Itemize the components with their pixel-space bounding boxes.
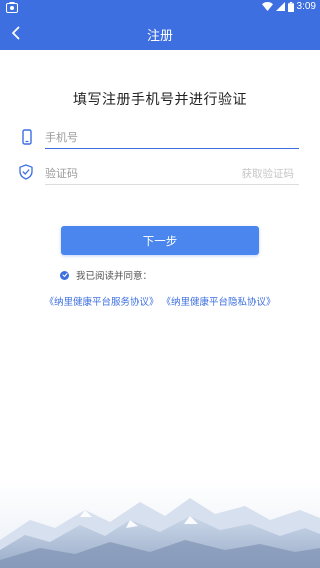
agreement-row: 我已阅读并同意：	[60, 268, 152, 282]
agreement-text: 我已阅读并同意：	[76, 271, 153, 282]
check-icon	[62, 273, 67, 277]
code-underline	[45, 184, 299, 185]
get-code-button[interactable]: 获取验证码	[242, 166, 295, 181]
wifi-icon	[261, 2, 273, 11]
agree-checkbox[interactable]	[60, 270, 69, 280]
signal-icon	[275, 2, 285, 11]
mountain-illustration	[0, 480, 320, 568]
service-agreement-link[interactable]: 《纳里健康平台服务协议》	[44, 297, 158, 308]
code-input[interactable]	[45, 163, 225, 183]
phone-icon	[22, 129, 32, 145]
status-bar: 3:09	[0, 0, 320, 16]
page-title: 注册	[146, 29, 173, 44]
shield-check-icon	[19, 164, 33, 180]
nav-bar: 注册	[0, 16, 320, 50]
screenshot-icon	[6, 2, 18, 13]
status-time: 3:09	[296, 1, 316, 12]
next-button[interactable]: 下一步	[61, 226, 259, 255]
phone-underline	[45, 148, 299, 149]
phone-input[interactable]	[45, 127, 299, 147]
form-heading: 填写注册手机号并进行验证	[73, 92, 247, 108]
status-icons: 3:09	[261, 1, 316, 12]
agreement-links: 《纳里健康平台服务协议》 《纳里健康平台隐私协议》	[0, 294, 320, 308]
battery-icon	[287, 1, 294, 12]
privacy-agreement-link[interactable]: 《纳里健康平台隐私协议》	[162, 297, 276, 308]
